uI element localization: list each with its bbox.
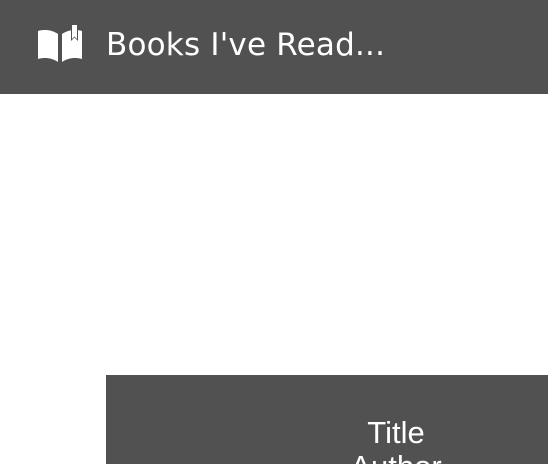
book-card: Title Author xyxy=(106,375,548,464)
open-book-icon xyxy=(38,25,82,62)
book-title-label: Title xyxy=(367,415,425,450)
book-author-label: Author xyxy=(106,449,548,464)
page-title: Books I've Read... xyxy=(106,27,386,63)
app-header: Books I've Read... xyxy=(0,0,548,94)
page: Books I've Read... Title Author xyxy=(0,0,548,464)
